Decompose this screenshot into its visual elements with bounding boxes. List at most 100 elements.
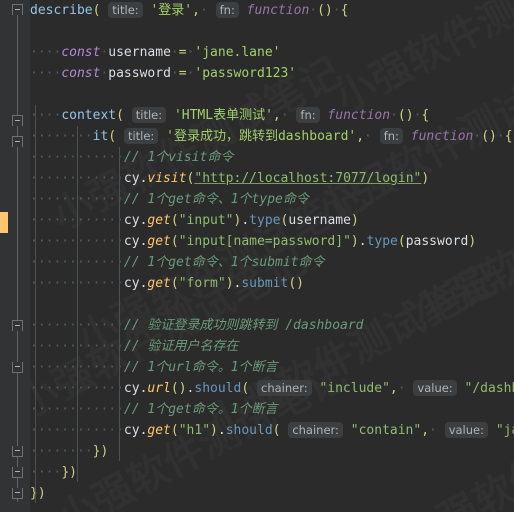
param-hint-fn: fn: <box>215 2 239 18</box>
ident-username: username <box>108 45 171 60</box>
ident-password: password <box>108 66 171 81</box>
code-line[interactable]: ············cy.get("form").submit() <box>30 273 514 294</box>
token-url: url <box>147 381 171 396</box>
token-cy: cy <box>123 234 140 249</box>
code-line[interactable]: ········}) <box>30 441 514 462</box>
fold-toggle-describe[interactable] <box>12 4 23 15</box>
code-line[interactable]: ············// 1个visit命令 <box>30 147 514 168</box>
code-line[interactable]: ····const·password·=·'password123' <box>30 63 514 84</box>
token-cy: cy <box>123 423 140 438</box>
param-hint-value: value: <box>444 422 488 438</box>
fold-end-it[interactable] <box>12 446 23 457</box>
token-submit: submit <box>241 276 289 291</box>
comment: // 验证登录成功则跳转到 /dashboard <box>123 318 364 333</box>
token-describe: describe <box>30 3 93 18</box>
code-line-blank[interactable] <box>30 21 514 42</box>
string-selector-input-password: "input[name=password]" <box>178 234 351 249</box>
code-line[interactable]: ············// 验证用户名存在 <box>30 336 514 357</box>
comment: // 1个get命令。1个断言 <box>123 402 278 417</box>
token-context: context <box>61 108 117 123</box>
code-line[interactable]: }) <box>30 483 514 504</box>
fold-toggle-it[interactable] <box>12 136 23 147</box>
string-chainer-include: "include" <box>319 381 390 396</box>
token-cy: cy <box>123 276 140 291</box>
string-title-login: '登录' <box>150 3 193 18</box>
param-hint-chainer: chainer: <box>288 422 343 438</box>
string-context-title: 'HTML表单测试' <box>173 108 273 123</box>
string-password-value: 'password123' <box>194 66 297 81</box>
ident-password: password <box>405 234 469 249</box>
indent-guide <box>119 147 120 461</box>
code-editor[interactable]: 小强软件测试笔记 小强软件测试笔记 小强软件测试笔记 小强软件测试笔记 小强软件… <box>0 0 514 512</box>
code-line[interactable]: ····const·username·=·'jane.lane' <box>30 42 514 63</box>
param-hint-chainer: chainer: <box>257 380 312 396</box>
param-hint-fn: fn: <box>379 128 403 144</box>
token-get: get <box>147 423 171 438</box>
code-line[interactable]: ············// 1个url命令。1个断言 <box>30 357 514 378</box>
token-const: const <box>61 66 101 81</box>
token-function: function <box>327 108 391 123</box>
token-cy: cy <box>123 213 140 228</box>
change-indicator-bar[interactable] <box>0 212 8 233</box>
token-function: function <box>410 129 474 144</box>
token-it: it <box>92 129 109 144</box>
token-function: function <box>246 3 310 18</box>
code-line[interactable]: ········it( title: '登录成功，跳转到dashboard',·… <box>30 126 514 147</box>
comment: // 1个visit命令 <box>123 150 234 165</box>
code-line[interactable]: ············cy.visit("http://localhost:7… <box>30 168 514 189</box>
indent-guide <box>35 105 36 503</box>
fold-toggle-block-b[interactable] <box>12 362 23 373</box>
indent-guide <box>77 126 78 482</box>
code-line[interactable]: ············cy.get("input[name=password]… <box>30 231 514 252</box>
token-cy: cy <box>123 381 140 396</box>
fold-rail-describe <box>17 12 18 120</box>
token-const: const <box>61 45 101 60</box>
token-visit: visit <box>147 171 187 186</box>
fold-toggle-context[interactable] <box>12 115 23 126</box>
editor-gutter[interactable] <box>0 0 30 512</box>
comment: // 1个url命令。1个断言 <box>123 360 278 375</box>
string-visit-url[interactable]: "http://localhost:7077/login" <box>194 171 421 186</box>
code-line-blank[interactable] <box>30 84 514 105</box>
param-hint-value: value: <box>413 380 457 396</box>
fold-rail-context <box>17 124 18 324</box>
code-line[interactable]: ····context( title: 'HTML表单测试',· fn: fun… <box>30 105 514 126</box>
comment: // 验证用户名存在 <box>123 339 239 354</box>
fold-end-describe[interactable] <box>12 488 23 499</box>
code-line[interactable]: describe( title: '登录',· fn: function·()·… <box>30 0 514 21</box>
code-line[interactable]: ····}) <box>30 462 514 483</box>
ident-username: username <box>288 213 351 228</box>
code-line[interactable]: ············// 1个get命令、1个type命令 <box>30 189 514 210</box>
code-line-blank[interactable] <box>30 294 514 315</box>
param-hint-title: title: <box>108 2 143 18</box>
string-value-jane-lane: "jane.lane" <box>495 423 514 438</box>
string-selector-input: "input" <box>178 213 234 228</box>
token-should: should <box>194 381 242 396</box>
code-line[interactable]: ············// 1个get命令、1个submit命令 <box>30 252 514 273</box>
comment: // 1个get命令、1个submit命令 <box>123 255 325 270</box>
fold-end-context[interactable] <box>12 467 23 478</box>
token-get: get <box>147 213 171 228</box>
string-it-title: '登录成功，跳转到dashboard' <box>166 129 357 144</box>
fold-toggle-block-a[interactable] <box>12 320 23 331</box>
code-line[interactable]: ············cy.get("input").type(usernam… <box>30 210 514 231</box>
code-content[interactable]: describe( title: '登录',· fn: function·()·… <box>30 0 514 512</box>
token-type: type <box>249 213 281 228</box>
string-selector-form: "form" <box>178 276 226 291</box>
code-line[interactable]: ············cy.get("h1").should( chainer… <box>30 420 514 441</box>
string-chainer-contain: "contain" <box>350 423 422 438</box>
token-get: get <box>147 234 171 249</box>
param-hint-title: title: <box>131 107 167 123</box>
code-line[interactable]: ············cy.url().should( chainer: "i… <box>30 378 514 399</box>
string-value-dashboard: "/dashboard" <box>464 381 514 396</box>
token-cy: cy <box>123 171 140 186</box>
string-selector-h1: "h1" <box>178 423 211 438</box>
fold-rail-tail <box>17 372 18 502</box>
token-type: type <box>366 234 398 249</box>
param-hint-fn: fn: <box>296 107 320 123</box>
code-line[interactable]: ············// 1个get命令。1个断言 <box>30 399 514 420</box>
param-hint-title: title: <box>123 128 159 144</box>
token-should: should <box>225 423 273 438</box>
code-line[interactable]: ············// 验证登录成功则跳转到 /dashboard <box>30 315 514 336</box>
token-get: get <box>147 276 171 291</box>
